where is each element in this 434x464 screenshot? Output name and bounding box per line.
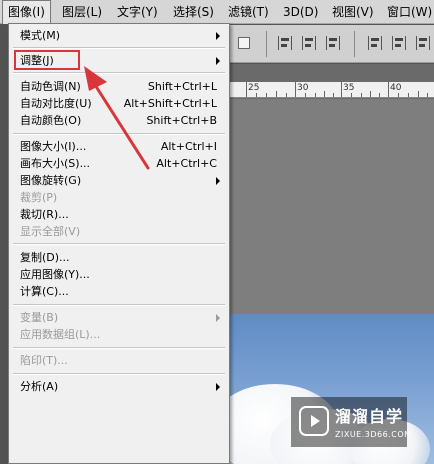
menu-item-apply-image[interactable]: 应用图像(Y)... xyxy=(9,266,229,283)
options-separator xyxy=(266,31,267,57)
menu-item-auto-color[interactable]: 自动颜色(O) Shift+Ctrl+B xyxy=(9,112,229,129)
menu-item-variables: 变量(B) xyxy=(9,309,229,326)
menu-separator xyxy=(13,304,225,306)
menu-item-label: 模式(M) xyxy=(20,29,61,42)
menu-item-label: 自动颜色(O) xyxy=(20,114,82,127)
menu-item-reveal-all: 显示全部(V) xyxy=(9,223,229,240)
menu-item-label: 调整(J) xyxy=(20,54,54,67)
image-menu: 模式(M) 调整(J) 自动色调(N) Shift+Ctrl+L 自动对比度(U… xyxy=(8,23,230,464)
submenu-arrow-icon xyxy=(216,314,220,322)
menu-item-label: 陷印(T)... xyxy=(20,354,68,367)
align-right-icon[interactable] xyxy=(326,36,340,50)
photoshop-window: 图像(I) 图层(L) 文字(Y) 选择(S) 滤镜(T) 3D(D) 视图(V… xyxy=(0,0,434,464)
canvas-background xyxy=(230,99,434,314)
menu-item-auto-tone[interactable]: 自动色调(N) Shift+Ctrl+L xyxy=(9,78,229,95)
menu-item-label: 自动色调(N) xyxy=(20,80,81,93)
menu-item-label: 显示全部(V) xyxy=(20,225,81,238)
menu-item-image-rotation[interactable]: 图像旋转(G) xyxy=(9,172,229,189)
ruler-label: 40 xyxy=(390,83,402,93)
menu-item-label: 分析(A) xyxy=(20,380,59,393)
ruler-label: 25 xyxy=(248,83,260,93)
menu-item-shortcut: Shift+Ctrl+B xyxy=(146,114,217,127)
menu-item-apply-data-set: 应用数据组(L)... xyxy=(9,326,229,343)
options-separator xyxy=(354,31,355,57)
menu-item-trap: 陷印(T)... xyxy=(9,352,229,369)
watermark-subtitle: ZIXUE.3D66.COM xyxy=(335,430,412,439)
menu-item-duplicate[interactable]: 复制(D)... xyxy=(9,249,229,266)
submenu-arrow-icon xyxy=(216,177,220,185)
menu-item-label: 图像大小(I)... xyxy=(20,140,87,153)
menu-item-crop: 裁剪(P) xyxy=(9,189,229,206)
menu-item-label: 自动对比度(U) xyxy=(20,97,92,110)
menu-item-image-size[interactable]: 图像大小(I)... Alt+Ctrl+I xyxy=(9,138,229,155)
menu-filter[interactable]: 滤镜(T) xyxy=(223,0,274,24)
menu-separator xyxy=(13,133,225,135)
menu-bar: 图像(I) 图层(L) 文字(Y) 选择(S) 滤镜(T) 3D(D) 视图(V… xyxy=(0,0,434,24)
menu-item-label: 变量(B) xyxy=(20,311,59,324)
menu-item-label: 裁剪(P) xyxy=(20,191,58,204)
menu-item-trim[interactable]: 裁切(R)... xyxy=(9,206,229,223)
align-center-icon[interactable] xyxy=(302,36,316,50)
menu-image[interactable]: 图像(I) xyxy=(2,0,51,24)
menu-item-analysis[interactable]: 分析(A) xyxy=(9,378,229,395)
watermark-title: 溜溜自学 xyxy=(335,407,404,426)
menu-layer[interactable]: 图层(L) xyxy=(57,0,107,24)
distribute-middle-icon[interactable] xyxy=(392,36,406,50)
options-bar xyxy=(230,25,434,63)
watermark: 溜溜自学 ZIXUE.3D66.COM xyxy=(291,397,411,447)
distribute-top-icon[interactable] xyxy=(368,36,382,50)
menu-item-label: 裁切(R)... xyxy=(20,208,69,221)
menu-item-canvas-size[interactable]: 画布大小(S)... Alt+Ctrl+C xyxy=(9,155,229,172)
menu-item-label: 图像旋转(G) xyxy=(20,174,82,187)
ruler-label: 30 xyxy=(297,83,309,93)
menu-item-shortcut: Shift+Ctrl+L xyxy=(147,80,217,93)
menu-item-auto-contrast[interactable]: 自动对比度(U) Alt+Shift+Ctrl+L xyxy=(9,95,229,112)
menu-item-label: 应用数据组(L)... xyxy=(20,328,101,341)
menu-separator xyxy=(13,72,225,74)
menu-item-shortcut: Alt+Ctrl+I xyxy=(160,140,217,153)
menu-select[interactable]: 选择(S) xyxy=(168,0,219,24)
menu-separator xyxy=(13,347,225,349)
menu-view[interactable]: 视图(V) xyxy=(327,0,379,24)
ruler-label: 35 xyxy=(343,83,355,93)
distribute-bottom-icon[interactable] xyxy=(416,36,430,50)
menu-3d[interactable]: 3D(D) xyxy=(278,0,323,24)
menu-item-calculations[interactable]: 计算(C)... xyxy=(9,283,229,300)
menu-window[interactable]: 窗口(W) xyxy=(382,0,434,24)
menu-separator xyxy=(13,243,225,245)
submenu-arrow-icon xyxy=(216,383,220,391)
align-left-icon[interactable] xyxy=(278,36,292,50)
submenu-arrow-icon xyxy=(216,32,220,40)
options-checkbox[interactable] xyxy=(238,37,250,49)
menu-item-label: 复制(D)... xyxy=(20,251,70,264)
menu-item-adjustments[interactable]: 调整(J) xyxy=(9,52,229,69)
menu-item-shortcut: Alt+Shift+Ctrl+L xyxy=(123,97,217,110)
submenu-arrow-icon xyxy=(216,57,220,65)
play-logo-icon xyxy=(299,406,329,436)
horizontal-ruler: 25 30 35 40 xyxy=(230,81,434,98)
menu-item-label: 计算(C)... xyxy=(20,285,69,298)
menu-item-label: 画布大小(S)... xyxy=(20,157,91,170)
menu-item-shortcut: Alt+Ctrl+C xyxy=(156,157,217,170)
menu-item-mode[interactable]: 模式(M) xyxy=(9,27,229,44)
menu-separator xyxy=(13,47,225,49)
menu-separator xyxy=(13,373,225,375)
menu-item-label: 应用图像(Y)... xyxy=(20,268,90,281)
menu-type[interactable]: 文字(Y) xyxy=(112,0,163,24)
